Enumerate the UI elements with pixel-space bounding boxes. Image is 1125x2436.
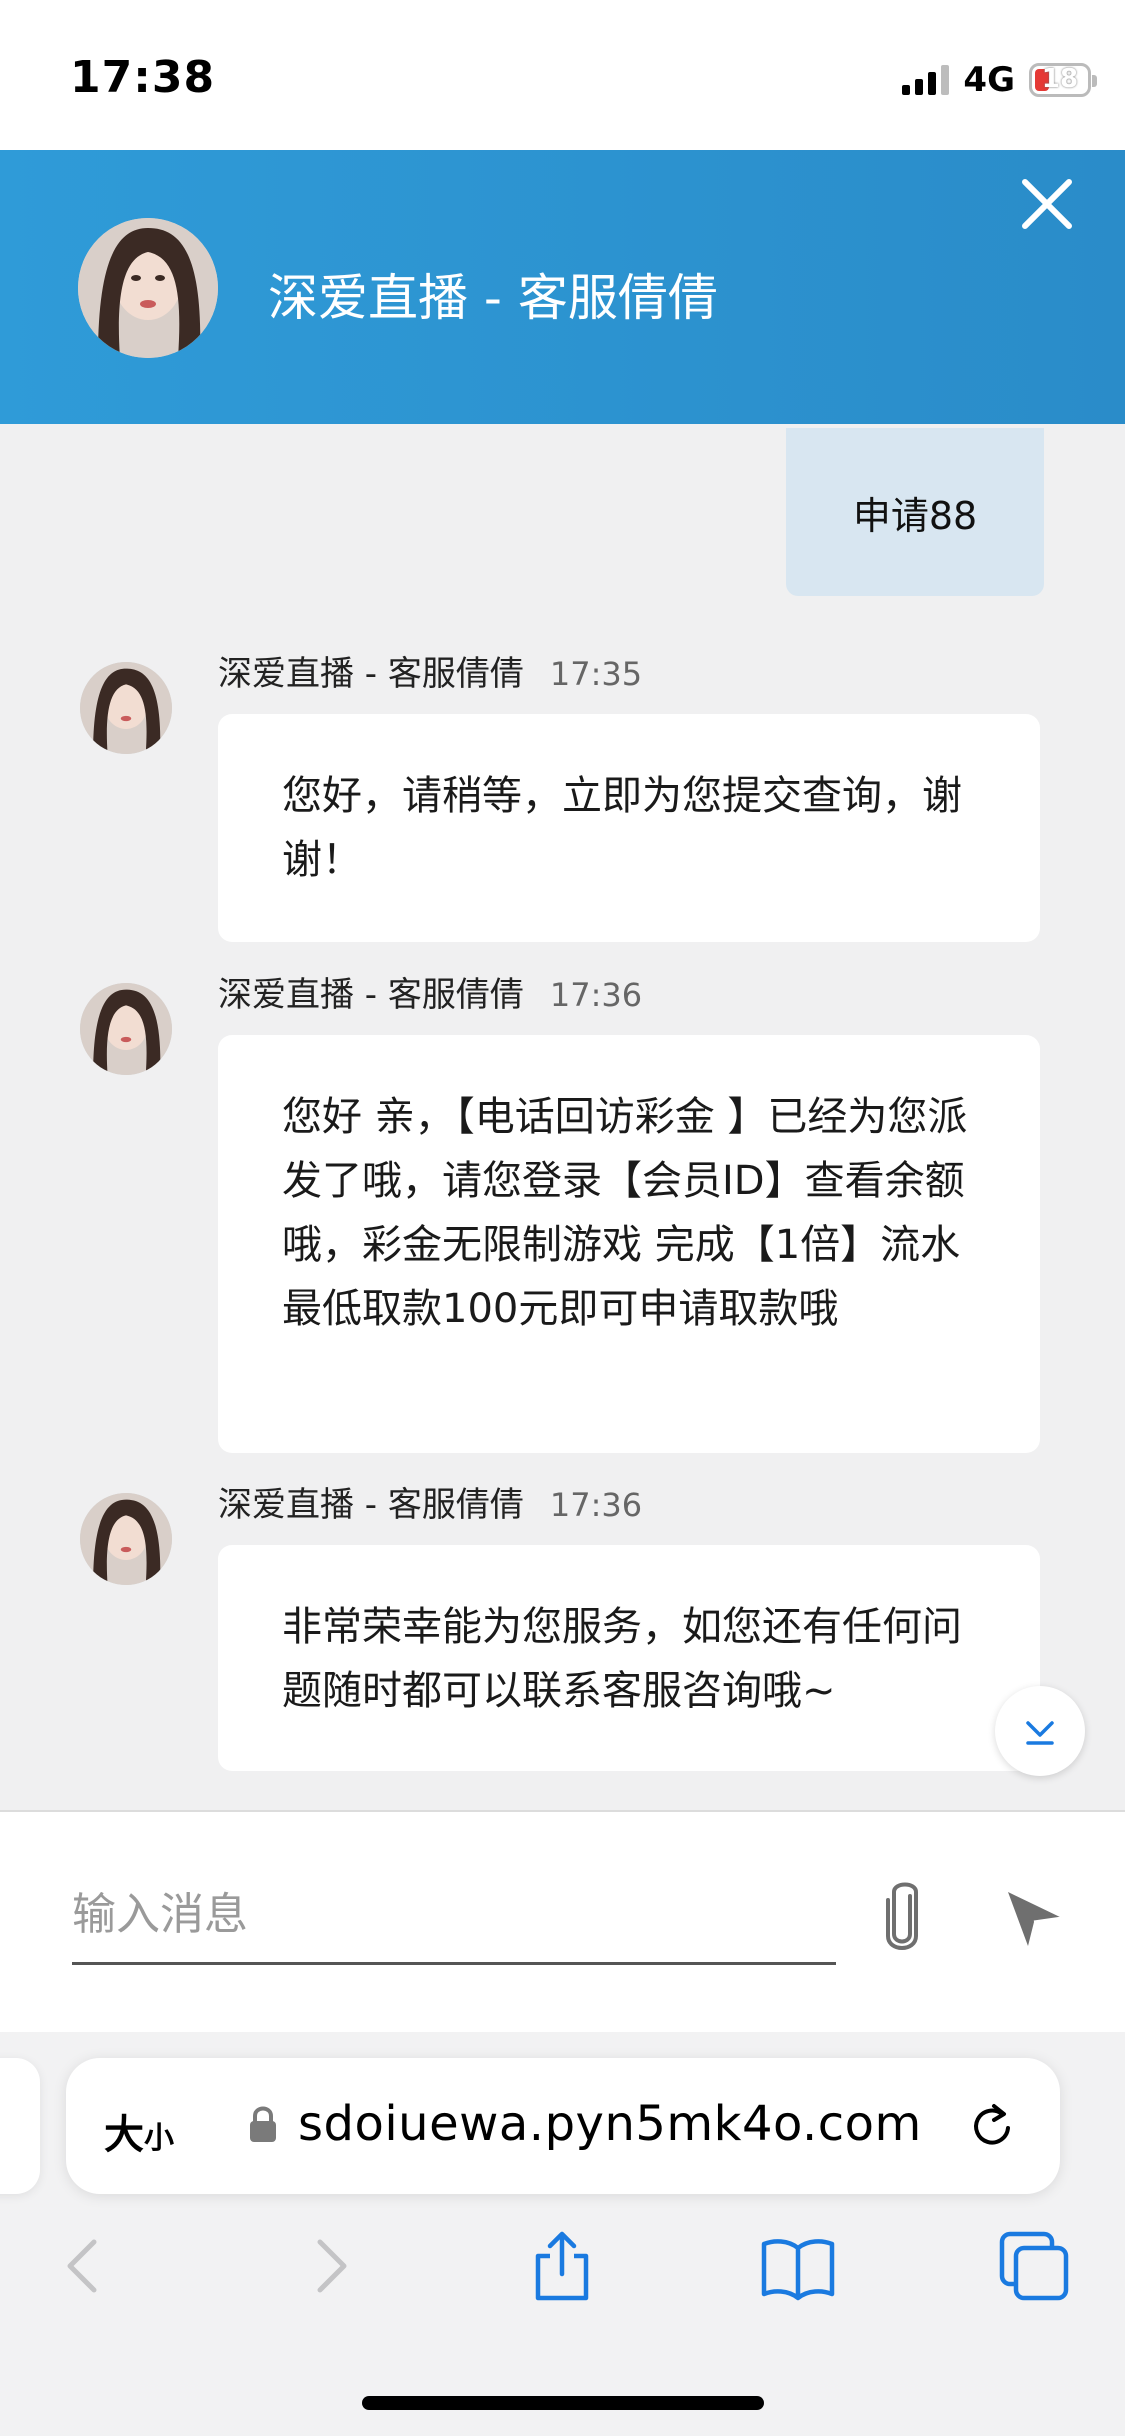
message-sender: 深爱直播 - 客服倩倩: [218, 1485, 524, 1525]
status-indicators: 4G 18: [902, 58, 1097, 102]
chat-messages[interactable]: 申请88 深爱直播 - 客服倩倩 17:35 您好，请稍等，立即为您提交查询，谢谢…: [0, 424, 1125, 1810]
message-sender: 深爱直播 - 客服倩倩: [218, 975, 524, 1015]
agent-avatar: [78, 218, 218, 358]
status-time: 17:38: [70, 52, 216, 103]
text-size-button[interactable]: 大小: [104, 2102, 174, 2160]
send-icon: [1008, 1892, 1063, 1946]
chevron-down-icon: [1026, 1721, 1054, 1745]
chat-title: 深爱直播 - 客服倩倩: [268, 269, 718, 327]
browser-toolbar: 大小 sdoiuewa.pyn5mk4o.com: [0, 2032, 1125, 2436]
paperclip-icon: [886, 1882, 918, 1950]
close-icon: [1022, 179, 1072, 229]
message-meta: 深爱直播 - 客服倩倩 17:36: [218, 1477, 642, 1526]
message-composer: [0, 1810, 1125, 2034]
tabs-icon[interactable]: [996, 2228, 1072, 2304]
home-indicator[interactable]: [362, 2396, 764, 2410]
message-sender: 深爱直播 - 客服倩倩: [218, 654, 524, 694]
message-input[interactable]: [72, 1866, 836, 1965]
text-size-big: 大: [104, 2112, 144, 2158]
network-label: 4G: [963, 60, 1015, 100]
address-bar[interactable]: 大小 sdoiuewa.pyn5mk4o.com: [66, 2058, 1060, 2194]
lock-icon: [250, 2106, 276, 2142]
send-button[interactable]: [1000, 1882, 1070, 1952]
message-bubble: 您好，请稍等，立即为您提交查询，谢谢！: [218, 714, 1040, 942]
message-time: 17:35: [549, 655, 643, 693]
signal-icon: [902, 65, 950, 95]
reload-icon[interactable]: [964, 2098, 1020, 2154]
chat-header: 深爱直播 - 客服倩倩: [0, 150, 1125, 424]
url-text: sdoiuewa.pyn5mk4o.com: [298, 2096, 922, 2152]
message-meta: 深爱直播 - 客服倩倩 17:36: [218, 967, 642, 1016]
battery-level: 18: [1041, 64, 1079, 94]
text-size-small: 小: [144, 2121, 174, 2156]
agent-avatar-small: [80, 662, 172, 754]
battery-icon: 18: [1029, 63, 1097, 97]
status-bar: 17:38 4G 18: [0, 0, 1125, 150]
message-time: 17:36: [549, 1486, 643, 1524]
attach-button[interactable]: [872, 1878, 932, 1958]
share-icon[interactable]: [524, 2228, 600, 2304]
bookmarks-icon[interactable]: [760, 2228, 836, 2304]
scroll-down-button[interactable]: [995, 1686, 1085, 1776]
user-message-bubble: 申请88: [786, 428, 1044, 596]
agent-avatar-small: [80, 983, 172, 1075]
previous-tab-preview[interactable]: [0, 2058, 40, 2194]
close-button[interactable]: [1017, 174, 1077, 234]
message-bubble: 非常荣幸能为您服务，如您还有任何问题随时都可以联系客服咨询哦~: [218, 1545, 1040, 1771]
message-time: 17:36: [549, 976, 643, 1014]
forward-icon[interactable]: [290, 2228, 366, 2304]
message-meta: 深爱直播 - 客服倩倩 17:35: [218, 646, 642, 695]
back-icon[interactable]: [48, 2228, 124, 2304]
agent-avatar-small: [80, 1493, 172, 1585]
message-bubble: 您好 亲，【电话回访彩金 】已经为您派发了哦，请您登录【会员ID】查看余额哦，彩…: [218, 1035, 1040, 1453]
